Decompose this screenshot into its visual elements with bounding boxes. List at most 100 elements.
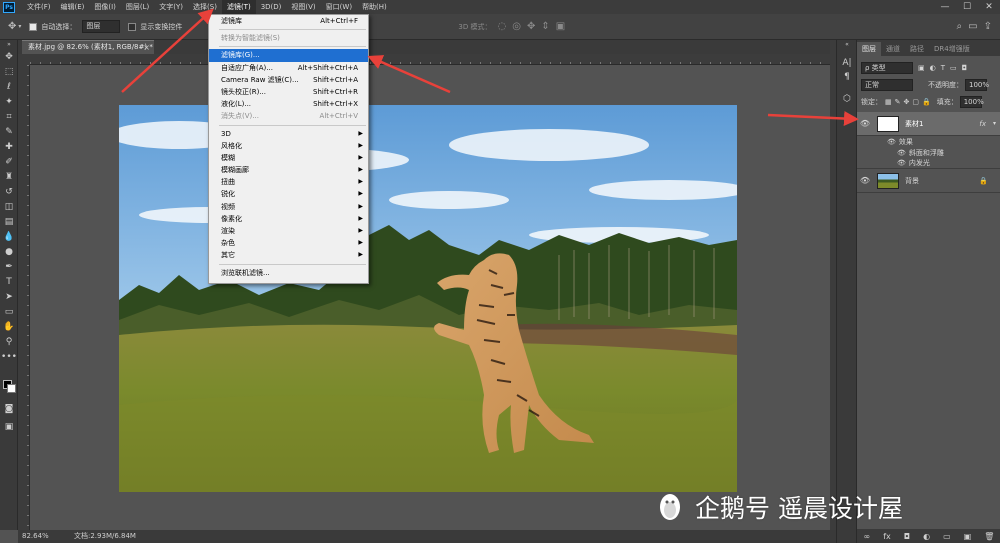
fill-input[interactable]: 100% (959, 95, 984, 108)
opacity-input[interactable]: 100% (965, 78, 989, 91)
add-mask-icon[interactable]: ◘ (904, 532, 910, 541)
3d-pan-icon[interactable]: ✥ (527, 21, 535, 32)
eraser-tool-icon[interactable]: ◫ (0, 200, 18, 215)
history-brush-tool-icon[interactable]: ↺ (0, 185, 18, 200)
healing-brush-tool-icon[interactable]: ✚ (0, 140, 18, 155)
3d-orbit-icon[interactable]: ◌ (497, 21, 506, 32)
horizontal-ruler[interactable] (30, 54, 830, 65)
shape-tool-icon[interactable]: ▭ (0, 305, 18, 320)
chevron-down-icon[interactable]: ▾ (993, 120, 996, 127)
type-tool-icon[interactable]: T (0, 275, 18, 290)
filter-menu-item[interactable]: 风格化 ▶ (209, 140, 368, 152)
filter-menu-item[interactable]: 渲染 ▶ (209, 225, 368, 237)
hand-tool-icon[interactable]: ✋ (0, 320, 18, 335)
new-group-icon[interactable]: ▭ (943, 532, 951, 541)
3d-slide-icon[interactable]: ⇕ (541, 21, 549, 32)
link-layers-icon[interactable]: ∞ (864, 532, 871, 541)
menu-layer[interactable]: 图层(L) (121, 0, 154, 14)
menu-help[interactable]: 帮助(H) (357, 0, 392, 14)
filter-smart-icon[interactable]: ◘ (962, 64, 968, 72)
filter-menu-item[interactable]: 浏览联机滤镜... (209, 267, 368, 279)
photoshop-logo-icon[interactable]: Ps (3, 1, 15, 13)
filter-shape-icon[interactable]: ▭ (950, 64, 957, 72)
collapse-icon[interactable]: « (837, 40, 857, 50)
more-tools-icon[interactable]: ••• (0, 350, 18, 365)
add-style-icon[interactable]: fx (883, 532, 891, 541)
adjustment-layer-icon[interactable]: ◐ (923, 532, 930, 541)
dodge-tool-icon[interactable]: ● (0, 245, 18, 260)
share-icon[interactable]: ⇪ (984, 21, 992, 32)
tab-paths[interactable]: 路径 (905, 42, 929, 56)
minimize-button[interactable]: — (934, 0, 956, 14)
filter-pixel-icon[interactable]: ▣ (918, 64, 925, 72)
eyedropper-tool-icon[interactable]: ✎ (0, 125, 18, 140)
effects-row[interactable]: 👁 效果 (857, 136, 1000, 147)
menu-image[interactable]: 图像(I) (89, 0, 121, 14)
filter-menu-item[interactable]: 杂色 ▶ (209, 237, 368, 249)
show-transform-checkbox[interactable] (128, 22, 137, 31)
zoom-tool-icon[interactable]: ⚲ (0, 335, 18, 350)
maximize-button[interactable]: ☐ (956, 0, 978, 14)
path-selection-tool-icon[interactable]: ➤ (0, 290, 18, 305)
filter-adjust-icon[interactable]: ◐ (930, 64, 936, 72)
delete-layer-icon[interactable]: 🗑 (984, 532, 994, 541)
background-color-swatch[interactable] (7, 384, 16, 393)
tab-layers[interactable]: 图层 (857, 42, 881, 56)
filter-menu-item[interactable]: 3D ▶ (209, 128, 368, 140)
pen-tool-icon[interactable]: ✒ (0, 260, 18, 275)
filter-menu-item[interactable]: 液化(L)... Shift+Ctrl+X (209, 98, 368, 110)
menu-window[interactable]: 窗口(W) (321, 0, 357, 14)
3d-panel-icon[interactable]: ⬡ (837, 92, 857, 106)
marquee-tool-icon[interactable]: ⬚ (0, 65, 18, 80)
chevron-down-icon[interactable]: ▾ (18, 23, 21, 30)
lasso-tool-icon[interactable]: ℓ (0, 80, 18, 95)
menu-3d[interactable]: 3D(D) (256, 0, 287, 14)
filter-menu-item[interactable]: 滤镜库 Alt+Ctrl+F (209, 15, 368, 27)
menu-view[interactable]: 视图(V) (286, 0, 320, 14)
effect-row-inner-glow[interactable]: 👁 内发光 (857, 158, 1000, 169)
visibility-eye-icon[interactable]: 👁 (897, 159, 906, 167)
gradient-tool-icon[interactable]: ▤ (0, 215, 18, 230)
vertical-ruler[interactable] (18, 65, 30, 530)
visibility-eye-icon[interactable]: 👁 (857, 176, 873, 185)
menu-filter[interactable]: 滤镜(T) (221, 0, 256, 14)
filter-type-icon[interactable]: T (941, 64, 945, 72)
tab-channels[interactable]: 通道 (881, 42, 905, 56)
filter-menu-item[interactable]: 滤镜库(G)... (209, 49, 368, 62)
workspace-icon[interactable]: ▭ (968, 21, 977, 32)
quick-mask-icon[interactable]: ◙ (0, 402, 18, 417)
menu-type[interactable]: 文字(Y) (154, 0, 188, 14)
move-tool-icon[interactable]: ✥ (8, 21, 16, 32)
move-tool-icon[interactable]: ✥ (0, 50, 18, 65)
3d-roll-icon[interactable]: ◎ (512, 21, 521, 32)
visibility-eye-icon[interactable]: 👁 (857, 119, 873, 128)
filter-menu-item[interactable]: 扭曲 ▶ (209, 176, 368, 188)
canvas-area[interactable] (30, 65, 830, 530)
menu-file[interactable]: 文件(F) (22, 0, 56, 14)
paragraph-panel-icon[interactable]: ¶ (837, 70, 857, 84)
crop-tool-icon[interactable]: ⌗ (0, 110, 18, 125)
filter-menu-item[interactable]: Camera Raw 滤镜(C)... Shift+Ctrl+A (209, 74, 368, 86)
filter-menu-item[interactable]: 镜头校正(R)... Shift+Ctrl+R (209, 86, 368, 98)
screen-mode-icon[interactable]: ▣ (0, 420, 18, 435)
layer-kind-filter[interactable]: ρ 类型 (861, 61, 913, 74)
menu-edit[interactable]: 编辑(E) (56, 0, 90, 14)
character-panel-icon[interactable]: A| (837, 56, 857, 70)
new-layer-icon[interactable]: ▣ (964, 532, 972, 541)
filter-menu-item[interactable]: 模糊画廊 ▶ (209, 164, 368, 176)
magic-wand-tool-icon[interactable]: ✦ (0, 95, 18, 110)
zoom-level[interactable]: 82.64% (22, 530, 49, 543)
blur-tool-icon[interactable]: 💧 (0, 230, 18, 245)
collapse-icon[interactable]: » (0, 40, 18, 50)
effect-row-bevel[interactable]: 👁 斜面和浮雕 (857, 147, 1000, 158)
3d-scale-icon[interactable]: ▣ (556, 21, 565, 32)
lock-artboard-icon[interactable]: ▢ (912, 98, 919, 106)
filter-menu-item[interactable]: 锐化 ▶ (209, 188, 368, 200)
layer-row-sucai1[interactable]: 👁 素材1 fx ▾ (857, 112, 1000, 136)
auto-select-checkbox[interactable] (29, 22, 38, 31)
auto-select-dropdown[interactable]: 图层 (82, 20, 121, 33)
lock-all-icon[interactable]: 🔒 (922, 98, 931, 106)
lock-pixels-icon[interactable]: ✎ (895, 98, 901, 106)
lock-transparency-icon[interactable]: ▦ (885, 98, 892, 106)
fx-icon[interactable]: fx (979, 120, 986, 128)
